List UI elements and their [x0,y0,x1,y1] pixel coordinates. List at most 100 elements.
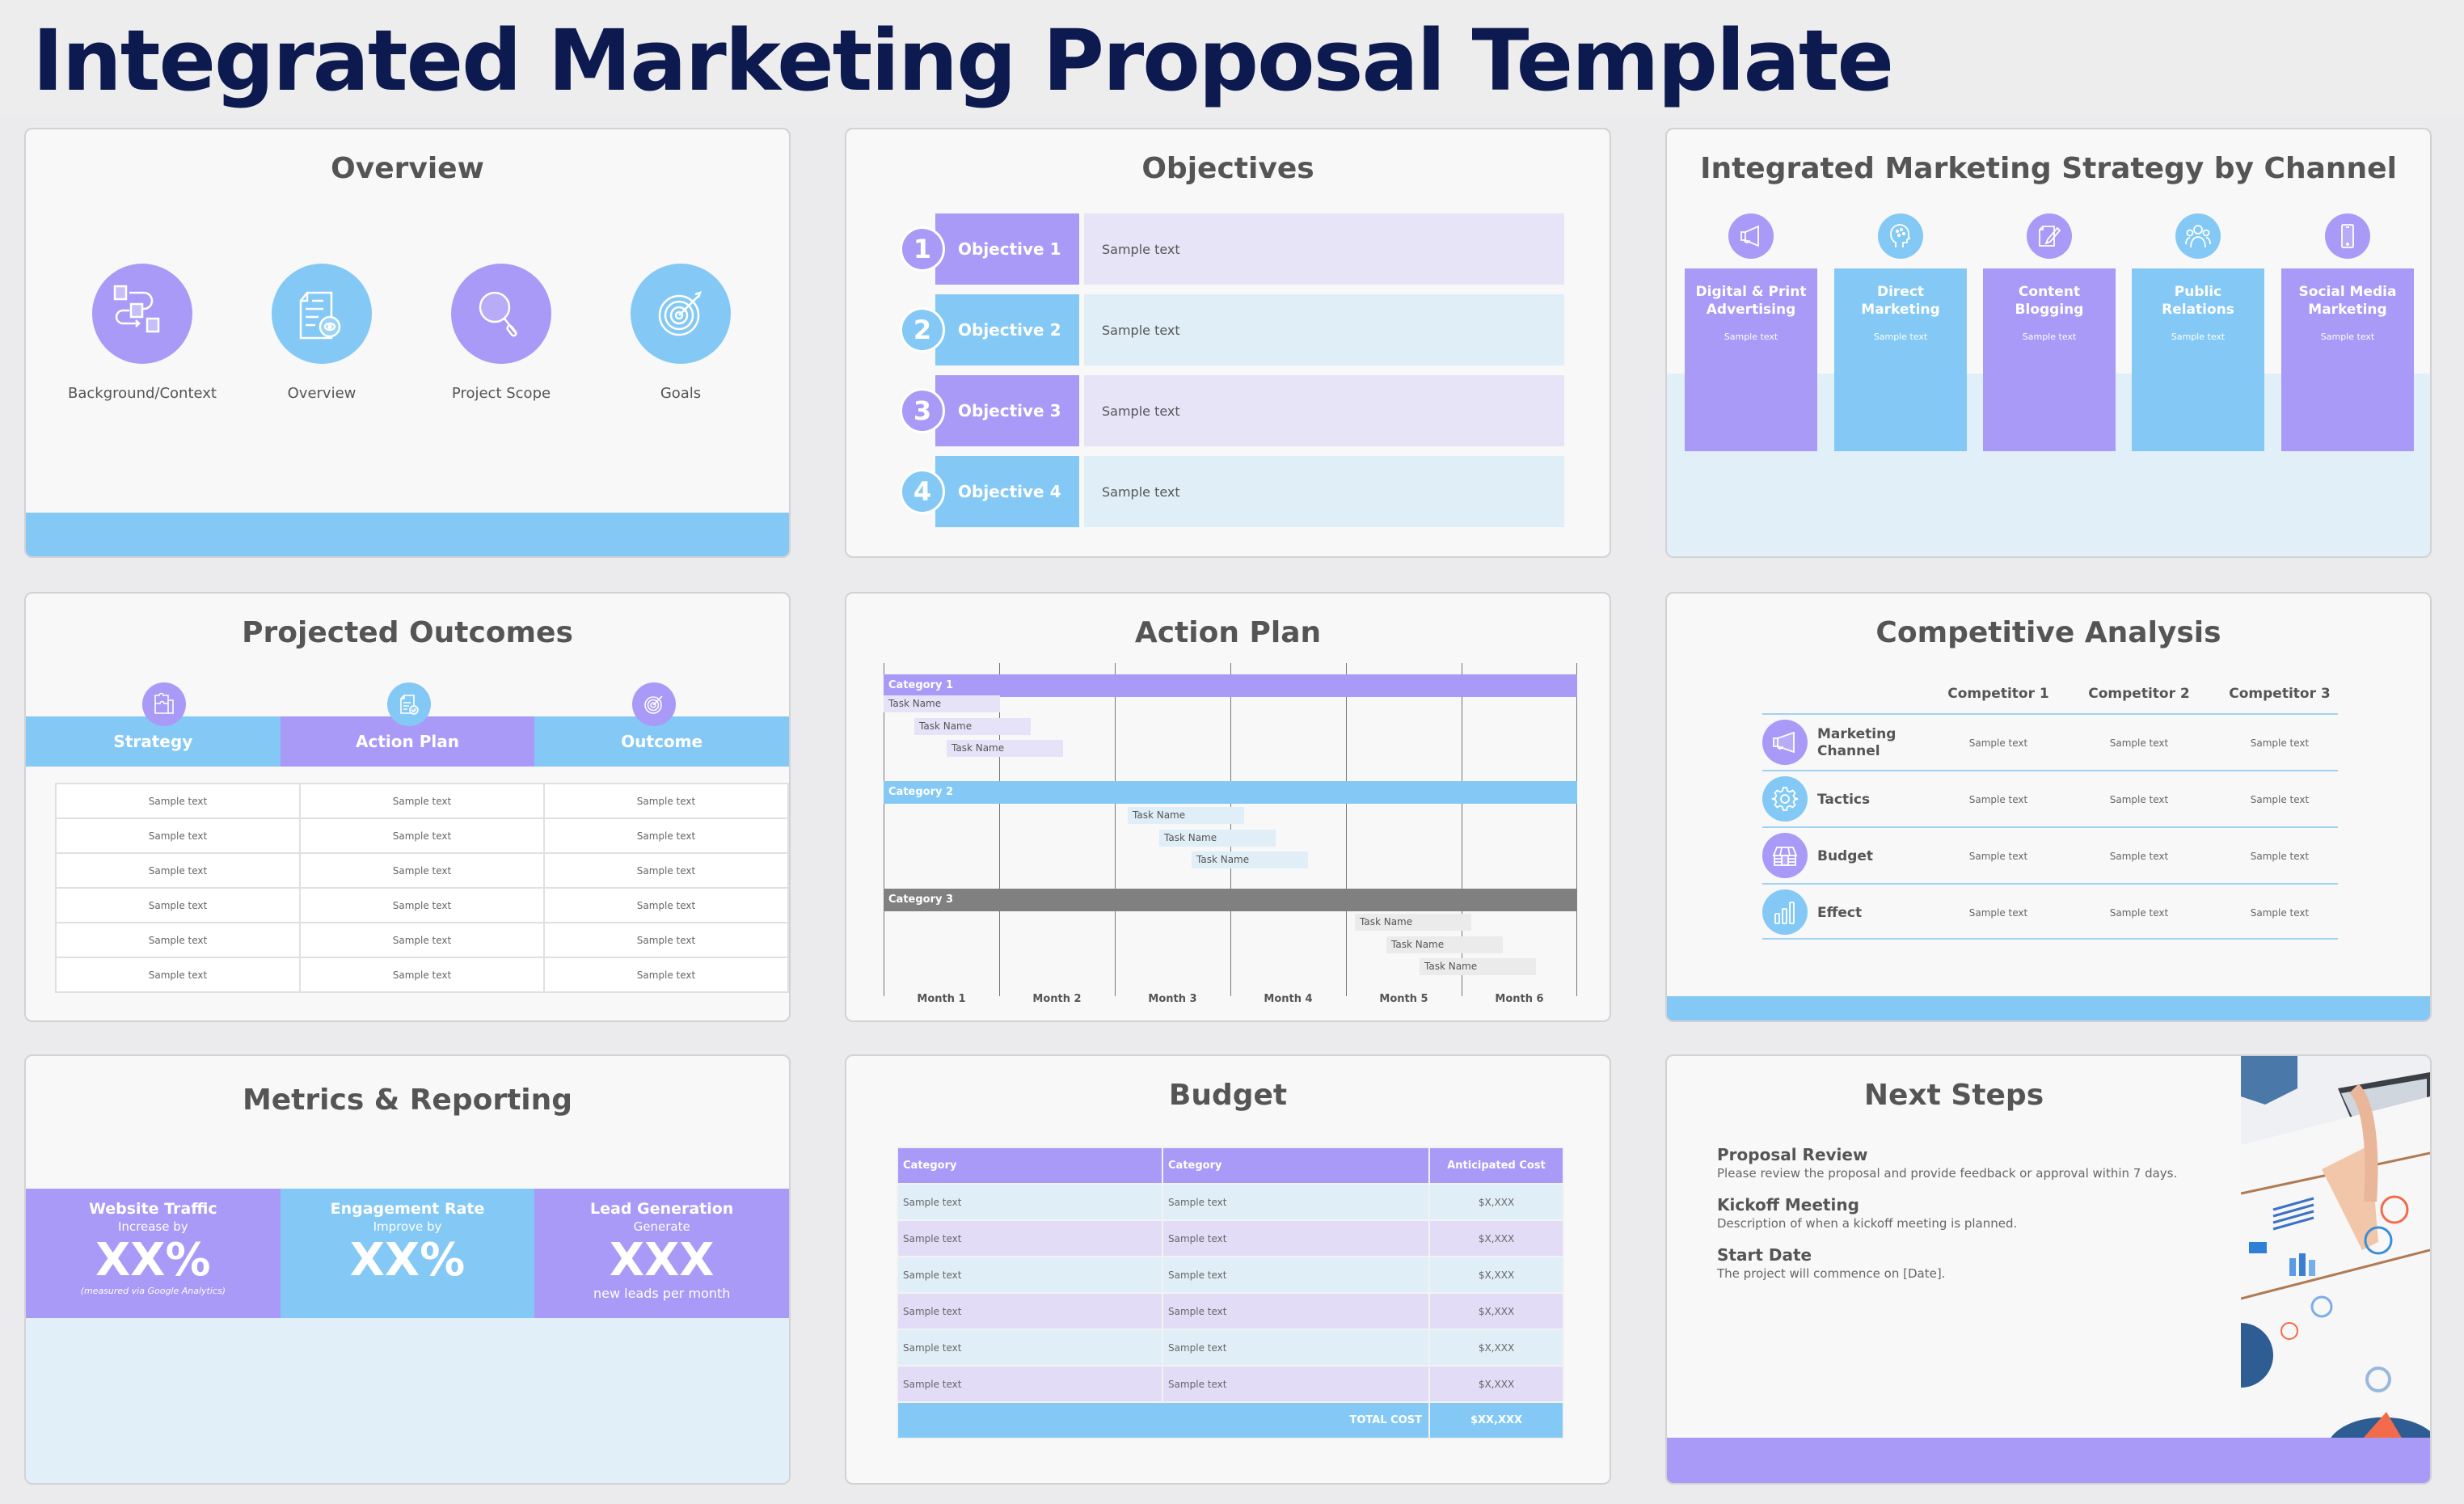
overview-item-scope[interactable]: Project Scope [412,264,590,402]
competitive-row[interactable]: Tactics Sample text Sample text Sample t… [1762,770,2338,826]
total-cost-value: $XX,XXX [1428,1401,1564,1439]
gantt-category-bar[interactable]: Category 1 [884,674,1577,697]
budget-category-cell[interactable]: Sample text [897,1329,1163,1367]
gantt-task[interactable]: Task Name [947,740,1063,757]
objective-number-badge: 3 [900,388,945,433]
gantt-category-bar[interactable]: Category 2 [884,781,1577,804]
bar-chart-icon [1762,889,1808,935]
channel-card[interactable]: Direct Marketing Sample text [1834,213,1967,451]
gantt-task[interactable]: Task Name [1355,914,1471,931]
budget-cost-cell[interactable]: $X,XXX [1428,1219,1564,1257]
budget-category-cell[interactable]: Sample text [897,1365,1163,1403]
objective-row[interactable]: 2 Objective 2 Sample text [900,294,1564,365]
outcomes-cell[interactable]: Sample text [543,852,789,889]
outcomes-cell[interactable]: Sample text [299,887,545,923]
next-steps-footer-band [1667,1438,2430,1483]
gantt-gridline [999,663,1000,996]
photo-hand-pointing-charts [2241,1056,2430,1439]
budget-panel: Budget Category Category Anticipated Cos… [845,1054,1611,1485]
budget-total-row: TOTAL COST $XX,XXX [897,1401,1564,1439]
budget-table: Category Category Anticipated Cost Sampl… [897,1147,1564,1439]
gantt-gridline [1115,663,1116,996]
outcomes-cell[interactable]: Sample text [55,817,301,854]
channel-card[interactable]: Social Media Marketing Sample text [2281,213,2414,451]
objective-number-badge: 2 [900,307,945,353]
competitive-row[interactable]: Marketing Channel Sample text Sample text… [1762,713,2338,770]
budget-row: Sample text Sample text $X,XXX [897,1365,1564,1403]
competitive-panel: Competitive Analysis Competitor 1 Compet… [1665,592,2432,1022]
outcomes-cell[interactable]: Sample text [55,852,301,889]
budget-category-cell[interactable]: Sample text [1162,1292,1430,1330]
channel-card[interactable]: Digital & Print Advertising Sample text [1685,213,1817,451]
gantt-task[interactable]: Task Name [1192,851,1308,868]
objective-row[interactable]: 4 Objective 4 Sample text [900,456,1564,527]
outcomes-cell[interactable]: Sample text [299,852,545,889]
objective-number-badge: 1 [900,226,945,272]
competitive-cell: Sample text [2250,907,2310,919]
competitor-header: Competitor 2 [2088,686,2190,702]
budget-cost-cell[interactable]: $X,XXX [1428,1183,1564,1221]
channel-card[interactable]: Content Blogging Sample text [1983,213,2116,451]
outcomes-cell[interactable]: Sample text [55,922,301,958]
outcomes-panel: Projected Outcomes Strategy Action Plan … [24,592,791,1022]
outcomes-cell[interactable]: Sample text [55,887,301,923]
metric-sub: Improve by [373,1219,442,1234]
metric-name: Lead Generation [590,1200,734,1218]
gantt-month-label: Month 5 [1379,993,1428,1005]
metric-name: Website Traffic [88,1200,217,1218]
gantt-gridline [1346,663,1347,996]
outcomes-cell[interactable]: Sample text [55,957,301,993]
competitive-row[interactable]: Effect Sample text Sample text Sample te… [1762,883,2338,940]
budget-category-cell[interactable]: Sample text [897,1256,1163,1294]
gantt-month-label: Month 2 [1032,993,1082,1005]
gantt-category-bar[interactable]: Category 3 [884,889,1577,911]
outcomes-cell[interactable]: Sample text [543,817,789,854]
objective-row[interactable]: 3 Objective 3 Sample text [900,375,1564,446]
outcomes-cell[interactable]: Sample text [543,922,789,958]
budget-category-cell[interactable]: Sample text [1162,1329,1430,1367]
next-steps-title: Next Steps [1863,1079,2044,1112]
budget-category-cell[interactable]: Sample text [1162,1219,1430,1257]
competitive-cell: Sample text [1968,851,2028,862]
outcomes-cell[interactable]: Sample text [299,817,545,854]
budget-cost-cell[interactable]: $X,XXX [1428,1292,1564,1330]
gantt-task[interactable]: Task Name [1159,830,1276,847]
gantt-task[interactable]: Task Name [1420,958,1536,975]
overview-item-label: Background/Context [68,385,217,402]
channel-card[interactable]: Public Relations Sample text [2132,213,2264,451]
objectives-title: Objectives [1141,152,1314,185]
outcomes-cell[interactable]: Sample text [55,783,301,819]
outcomes-cell[interactable]: Sample text [543,957,789,993]
overview-item-goals[interactable]: Goals [592,264,770,402]
budget-row: Sample text Sample text $X,XXX [897,1329,1564,1367]
budget-category-cell[interactable]: Sample text [1162,1183,1430,1221]
budget-cost-cell[interactable]: $X,XXX [1428,1256,1564,1294]
outcomes-cell[interactable]: Sample text [543,783,789,819]
outcomes-cell[interactable]: Sample text [299,783,545,819]
budget-category-cell[interactable]: Sample text [897,1183,1163,1221]
gantt-task[interactable]: Task Name [1128,807,1244,824]
competitive-row-label: Effect [1817,904,1863,921]
overview-item-overview[interactable]: Overview [233,264,411,402]
overview-item-background[interactable]: Background/Context [53,264,231,402]
budget-cost-cell[interactable]: $X,XXX [1428,1329,1564,1367]
budget-category-cell[interactable]: Sample text [897,1292,1163,1330]
next-step-desc: Description of when a kickoff meeting is… [1717,1216,2018,1231]
metric-sub: Increase by [118,1219,188,1234]
outcomes-cell[interactable]: Sample text [299,922,545,958]
budget-cost-cell[interactable]: $X,XXX [1428,1365,1564,1403]
outcomes-row: Sample text Sample text Sample text [55,817,789,854]
gantt-task[interactable]: Task Name [1386,936,1503,953]
gantt-task[interactable]: Task Name [914,718,1031,735]
competitive-row-label: Budget [1817,847,1874,864]
outcomes-cell[interactable]: Sample text [299,957,545,993]
budget-category-cell[interactable]: Sample text [1162,1256,1430,1294]
gantt-task[interactable]: Task Name [884,695,1000,712]
metric-card: Website Traffic Increase by XX% (measure… [26,1189,281,1318]
outcomes-cell[interactable]: Sample text [543,887,789,923]
objective-row[interactable]: 1 Objective 1 Sample text [900,213,1564,285]
budget-category-cell[interactable]: Sample text [897,1219,1163,1257]
budget-category-cell[interactable]: Sample text [1162,1365,1430,1403]
competitive-row[interactable]: Budget Sample text Sample text Sample te… [1762,826,2338,883]
metric-card: Engagement Rate Improve by XX% [280,1189,535,1318]
